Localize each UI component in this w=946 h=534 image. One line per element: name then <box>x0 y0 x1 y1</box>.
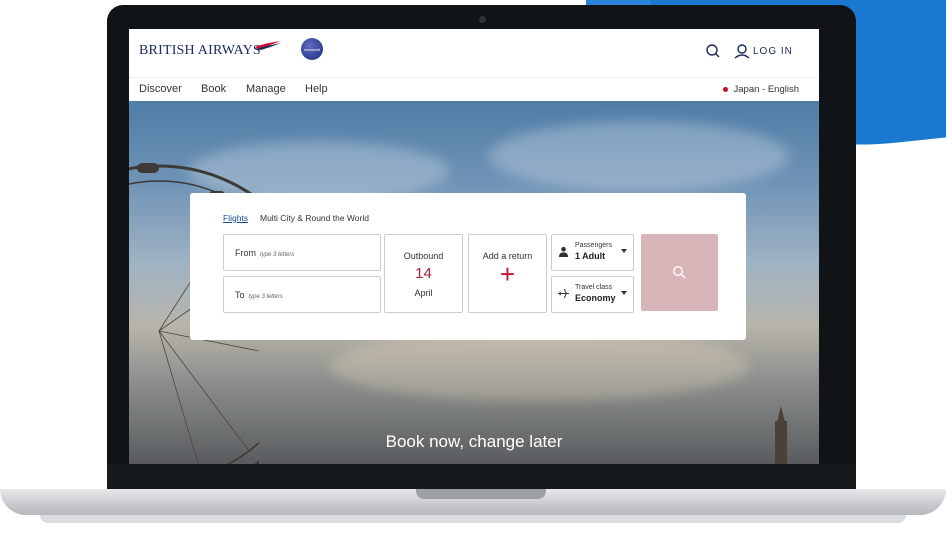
outbound-day: 14 <box>415 265 432 282</box>
plus-icon: + <box>499 259 516 289</box>
speedmarque-icon <box>255 41 281 50</box>
brand-logo[interactable]: BRITISH AIRWAYS <box>139 43 261 59</box>
chevron-down-icon <box>621 291 627 295</box>
tab-flights[interactable]: Flights <box>223 213 248 223</box>
search-icon[interactable] <box>705 43 721 59</box>
user-icon[interactable] <box>734 43 750 59</box>
to-label: To <box>235 290 245 300</box>
to-placeholder: type 3 letters <box>248 294 283 300</box>
login-link[interactable]: LOG IN <box>753 46 793 57</box>
class-label: Travel class <box>575 284 613 291</box>
travel-class-select[interactable]: Travel class Economy <box>551 276 634 313</box>
class-value: Economy <box>575 293 616 303</box>
from-field[interactable]: From type 3 letters <box>223 234 381 271</box>
airplane-icon <box>558 288 569 299</box>
main-nav: Discover Book Manage Help Japan - Englis… <box>129 77 819 102</box>
passengers-label: Passengers <box>575 242 612 249</box>
nav-book[interactable]: Book <box>201 83 226 95</box>
browser-screen: BRITISH AIRWAYS oneworld LOG IN Discover… <box>129 29 819 464</box>
tower-spire <box>777 406 785 422</box>
to-field[interactable]: To type 3 letters <box>223 276 381 313</box>
outbound-date-picker[interactable]: Outbound 14 April <box>384 234 463 313</box>
outbound-month: April <box>414 288 433 298</box>
nav-manage[interactable]: Manage <box>246 83 286 95</box>
camera-icon <box>479 16 486 23</box>
outbound-label: Outbound <box>403 251 444 261</box>
search-flights-button[interactable] <box>641 234 718 311</box>
locale-label: Japan - English <box>733 84 799 95</box>
locale-dot-icon <box>722 86 728 92</box>
chevron-down-icon <box>621 249 627 253</box>
from-placeholder: type 3 letters <box>260 252 295 258</box>
locale-selector[interactable]: Japan - English <box>722 84 799 95</box>
passengers-select[interactable]: Passengers 1 Adult <box>551 234 634 271</box>
nav-discover[interactable]: Discover <box>139 83 182 95</box>
oneworld-logo: oneworld <box>301 38 323 60</box>
site-header: BRITISH AIRWAYS oneworld LOG IN <box>129 29 819 77</box>
nav-help[interactable]: Help <box>305 83 328 95</box>
search-icon <box>672 265 686 279</box>
tab-multi-city[interactable]: Multi City & Round the World <box>260 213 369 223</box>
cloud <box>329 331 749 401</box>
flight-search-widget: Flights Multi City & Round the World Fro… <box>190 193 746 340</box>
laptop-notch <box>416 489 546 499</box>
hero-tagline: Book now, change later <box>385 432 563 451</box>
passengers-value: 1 Adult <box>575 251 606 261</box>
cloud <box>489 121 789 191</box>
person-icon <box>558 246 569 257</box>
add-return-button[interactable]: Add a return + <box>468 234 547 313</box>
from-label: From <box>235 248 256 258</box>
laptop-shadow <box>40 515 906 523</box>
